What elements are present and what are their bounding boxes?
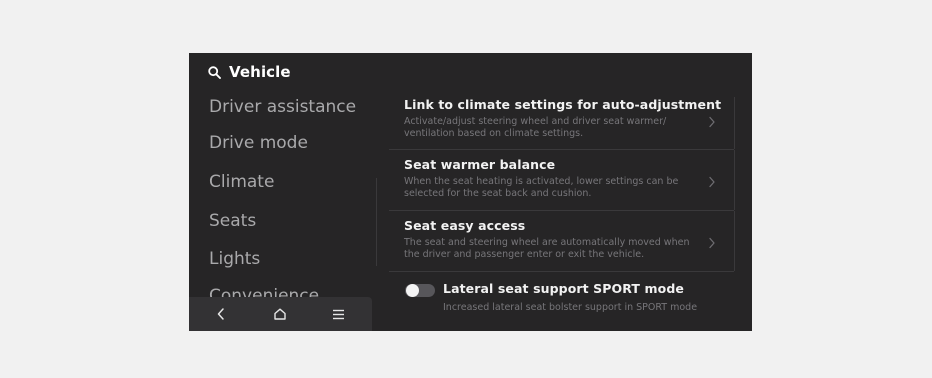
header[interactable]: Vehicle	[208, 62, 291, 82]
chevron-right-icon	[707, 113, 717, 128]
sidebar: Driver assistance Drive mode Climate Sea…	[189, 93, 379, 331]
home-icon	[273, 305, 287, 324]
setting-description: Activate/adjust steering wheel and drive…	[404, 116, 667, 139]
back-icon	[216, 305, 226, 324]
setting-title: Seat warmer balance	[404, 157, 556, 172]
lateral-support-toggle[interactable]	[405, 284, 435, 297]
settings-list: Link to climate settings for auto-adjust…	[389, 93, 739, 331]
setting-description: The seat and steering wheel are automati…	[404, 237, 690, 260]
infotainment-screen: Vehicle Driver assistance Drive mode Cli…	[189, 53, 752, 331]
sidebar-item-lights[interactable]: Lights	[209, 249, 260, 269]
setting-seat-warmer-balance[interactable]: Seat warmer balance When the seat heatin…	[389, 150, 734, 210]
chevron-right-icon	[707, 234, 717, 249]
sidebar-item-seats[interactable]: Seats	[209, 211, 256, 231]
menu-icon	[332, 305, 345, 324]
home-button[interactable]	[271, 305, 289, 323]
setting-title: Link to climate settings for auto-adjust…	[404, 97, 722, 112]
setting-title: Seat easy access	[404, 218, 526, 233]
sidebar-scroll-divider	[376, 178, 377, 266]
setting-lateral-seat-support[interactable]: Lateral seat support SPORT mode Increase…	[389, 272, 734, 331]
sidebar-item-drive-mode[interactable]: Drive mode	[209, 133, 308, 153]
setting-seat-easy-access[interactable]: Seat easy access The seat and steering w…	[389, 211, 734, 271]
sidebar-item-climate[interactable]: Climate	[209, 172, 274, 192]
back-button[interactable]	[212, 305, 230, 323]
bottom-nav-bar	[189, 297, 372, 331]
sidebar-item-driver-assistance[interactable]: Driver assistance	[209, 97, 356, 117]
toggle-knob	[406, 284, 419, 297]
menu-button[interactable]	[329, 305, 347, 323]
row-edge	[734, 211, 735, 271]
row-edge	[734, 97, 735, 149]
setting-description: Increased lateral seat bolster support i…	[443, 302, 698, 313]
setting-title: Lateral seat support SPORT mode	[443, 281, 684, 296]
setting-link-climate[interactable]: Link to climate settings for auto-adjust…	[389, 93, 734, 149]
row-edge	[734, 150, 735, 210]
search-icon[interactable]	[208, 65, 221, 79]
chevron-right-icon	[707, 173, 717, 188]
page-title: Vehicle	[229, 63, 291, 81]
setting-description: When the seat heating is activated, lowe…	[404, 176, 679, 199]
